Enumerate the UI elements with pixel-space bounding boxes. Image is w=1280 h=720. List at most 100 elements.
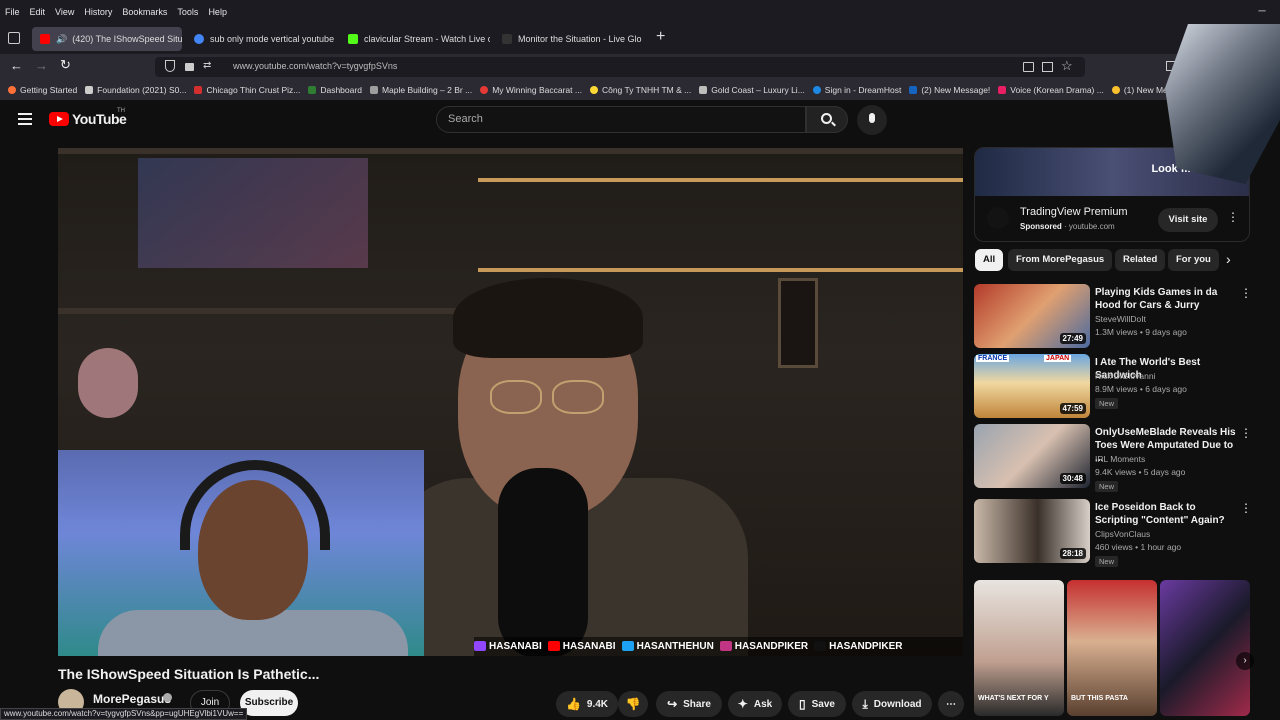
list-item[interactable]: FRANCE JAPAN 47:59 I Ate The World's Bes… — [974, 354, 1254, 420]
tab-youtube[interactable]: 🔊 (420) The IShowSpeed Situa ✕ — [32, 27, 182, 51]
more-vertical-icon[interactable]: ⋮ — [1227, 210, 1239, 224]
voice-search-button[interactable] — [857, 105, 887, 135]
save-button[interactable]: ▯ Save — [788, 691, 846, 717]
video-title[interactable]: Playing Kids Games in da Hood for Cars &… — [1095, 286, 1237, 312]
menu-tools[interactable]: Tools — [172, 7, 203, 17]
more-vertical-icon[interactable]: ⋮ — [1240, 286, 1252, 300]
list-item[interactable]: 28:18 Ice Poseidon Back to Scripting "Co… — [974, 499, 1254, 567]
bookmark-item[interactable]: Maple Building – 2 Br ... — [369, 85, 472, 95]
subscribe-button[interactable]: Subscribe — [240, 690, 298, 716]
forward-icon[interactable]: → — [35, 58, 48, 73]
chip-for-you[interactable]: For you — [1168, 249, 1219, 271]
bookmark-favicon-icon — [85, 86, 94, 94]
tab-monitor[interactable]: Monitor the Situation - Live Glo — [494, 27, 648, 51]
shorts-shelf: WHAT'S NEXT FOR Y BUT THIS PASTA › — [974, 580, 1254, 716]
bookmark-item[interactable]: Gold Coast – Luxury Li... — [699, 85, 805, 95]
glasses — [552, 380, 604, 414]
glasses — [490, 380, 542, 414]
address-bar[interactable]: ⇄ www.youtube.com/watch?v=tygvgfpSVns ☆ — [155, 57, 1085, 77]
ad-logo-icon — [987, 207, 1009, 229]
reload-icon[interactable]: ↻ — [60, 57, 71, 73]
speaker-icon[interactable]: 🔊 — [56, 34, 67, 45]
chip-related[interactable]: Related — [1115, 249, 1166, 271]
chevron-right-icon[interactable]: › — [1226, 251, 1231, 267]
video-thumbnail[interactable]: 30:48 — [974, 424, 1090, 488]
channel-name[interactable]: Nick DiGiovanni — [1095, 371, 1155, 381]
tab-kick[interactable]: clavicular Stream - Watch Live o ✕ — [340, 27, 490, 51]
share-button[interactable]: ↪ Share — [656, 691, 722, 717]
shield-icon[interactable] — [165, 60, 175, 72]
bookmark-star-icon[interactable]: ☆ — [1061, 58, 1073, 74]
list-item[interactable]: 27:49 Playing Kids Games in da Hood for … — [974, 284, 1254, 350]
twitch-icon — [474, 641, 486, 652]
microphone — [498, 468, 588, 656]
channel-name[interactable]: MorePegasus — [93, 692, 171, 706]
tab-overview-icon[interactable] — [8, 32, 20, 44]
minimize-icon[interactable]: ─ — [1244, 0, 1280, 24]
sparkle-icon: ✦ — [737, 697, 748, 711]
ask-button[interactable]: ✦ Ask — [728, 691, 782, 717]
ad-title[interactable]: TradingView Premium — [1020, 206, 1128, 218]
more-vertical-icon[interactable]: ⋮ — [1240, 501, 1252, 515]
chip-all[interactable]: All — [975, 249, 1004, 271]
menu-help[interactable]: Help — [203, 7, 232, 17]
like-button[interactable]: 👍 9.4K — [556, 691, 618, 717]
bookmark-item[interactable]: Công Ty TNHH TM & ... — [589, 85, 691, 95]
short-thumbnail[interactable]: WHAT'S NEXT FOR Y — [974, 580, 1064, 716]
bookmark-favicon-icon — [480, 86, 489, 94]
dislike-button[interactable]: 👎 — [618, 691, 648, 717]
bookmark-favicon-icon — [194, 86, 203, 94]
menu-edit[interactable]: Edit — [25, 7, 51, 17]
bookmark-item[interactable]: Getting Started — [8, 85, 77, 95]
reader-view-icon[interactable] — [1023, 62, 1034, 72]
permissions-icon[interactable]: ⇄ — [203, 60, 211, 71]
short-thumbnail[interactable] — [1160, 580, 1250, 716]
short-caption: WHAT'S NEXT FOR Y — [978, 695, 1049, 702]
screenshot-icon[interactable] — [1042, 62, 1053, 72]
channel-name[interactable]: SteveWillDoIt — [1095, 314, 1146, 324]
channel-name[interactable]: IRL Moments — [1095, 454, 1145, 464]
bookmark-favicon-icon — [699, 86, 708, 94]
list-item[interactable]: 30:48 OnlyUseMeBlade Reveals His Toes We… — [974, 424, 1254, 492]
tab-google[interactable]: sub only mode vertical youtube ✕ — [186, 27, 336, 51]
new-tab-button[interactable]: + — [656, 28, 665, 46]
duration-badge: 47:59 — [1059, 403, 1086, 414]
menu-view[interactable]: View — [50, 7, 79, 17]
url-text[interactable]: www.youtube.com/watch?v=tygvgfpSVns — [233, 61, 397, 71]
video-thumbnail[interactable]: FRANCE JAPAN 47:59 — [974, 354, 1090, 418]
close-icon[interactable]: ✕ — [334, 34, 336, 45]
download-button[interactable]: ⤓ Download — [852, 691, 932, 717]
chevron-right-icon[interactable]: › — [1236, 652, 1254, 670]
search-input[interactable]: Search — [436, 106, 806, 133]
youtube-logo-icon[interactable] — [49, 112, 69, 126]
bookmark-item[interactable]: Dashboard — [308, 85, 362, 95]
more-vertical-icon[interactable]: ⋮ — [1240, 426, 1252, 440]
social-handles-overlay: HASANABI HASANABI HASANTHEHUN HASANDPIKE… — [474, 637, 963, 656]
video-thumbnail[interactable]: 27:49 — [974, 284, 1090, 348]
bookmark-item[interactable]: (2) New Message! — [909, 85, 990, 95]
video-thumbnail[interactable]: 28:18 — [974, 499, 1090, 563]
shelf — [478, 268, 963, 272]
hamburger-menu-icon[interactable] — [18, 113, 32, 125]
video-stats: 1.3M views • 9 days ago — [1095, 327, 1187, 337]
bookmark-item[interactable]: Foundation (2021) S0... — [85, 85, 186, 95]
bookmark-item[interactable]: Sign in - DreamHost — [812, 85, 901, 95]
chip-from-channel[interactable]: From MorePegasus — [1008, 249, 1113, 271]
channel-name[interactable]: ClipsVonClaus — [1095, 529, 1150, 539]
visit-site-button[interactable]: Visit site — [1158, 208, 1218, 232]
back-icon[interactable]: ← — [10, 58, 23, 73]
bookmark-item[interactable]: My Winning Baccarat ... — [480, 85, 582, 95]
menu-history[interactable]: History — [79, 7, 117, 17]
menu-bookmarks[interactable]: Bookmarks — [117, 7, 172, 17]
duration-badge: 30:48 — [1059, 473, 1086, 484]
video-title[interactable]: Ice Poseidon Back to Scripting "Content"… — [1095, 501, 1237, 527]
short-thumbnail[interactable]: BUT THIS PASTA — [1067, 580, 1157, 716]
menu-file[interactable]: File — [0, 7, 25, 17]
more-actions-button[interactable]: ⋯ — [938, 691, 964, 717]
lock-icon[interactable] — [185, 63, 194, 71]
bookmark-item[interactable]: Voice (Korean Drama) ... — [998, 85, 1104, 95]
bookmark-item[interactable]: Chicago Thin Crust Piz... — [194, 85, 300, 95]
search-button[interactable] — [806, 106, 848, 133]
video-player[interactable]: HASANABI HASANABI HASANTHEHUN HASANDPIKE… — [58, 148, 963, 656]
twitter-icon — [621, 641, 634, 652]
